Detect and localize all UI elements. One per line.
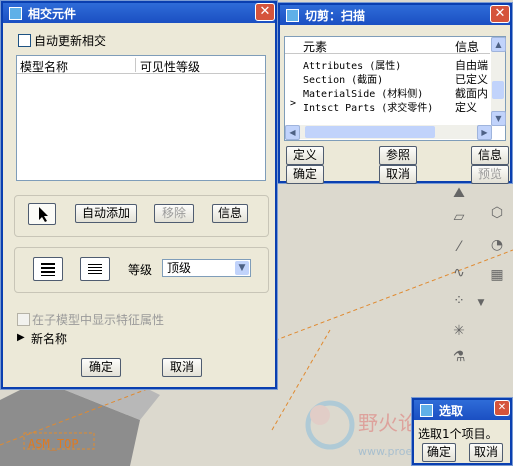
curve-icon[interactable]: ∿ [448,262,470,284]
table-row[interactable]: Attributes (属性) 自由端 [285,56,490,72]
analysis-icon[interactable]: ⚗ [448,346,470,368]
close-button[interactable]: ✕ [255,3,275,21]
axis-line-icon[interactable]: ⁄ [448,236,470,258]
show-features-label: 在子模型中显示特征属性 [32,313,165,327]
app-icon [286,8,299,22]
model-table[interactable]: 模型名称 可见性等级 [16,55,266,181]
table-row[interactable]: Section (截面) 已定义 [285,70,490,86]
cancel-button[interactable]: 取消 [162,358,202,377]
ok-button[interactable]: 确定 [422,443,456,462]
dropdown-icon[interactable]: ▼ [470,292,492,314]
auto-update-checkbox[interactable] [18,34,31,47]
title-bar[interactable]: 相交元件 [3,3,275,23]
chevron-down-icon: ▼ [235,261,249,275]
level-all-button[interactable] [80,257,110,281]
reference-button[interactable]: 参照 [379,146,417,165]
lines-thin-icon [88,264,102,274]
cancel-button[interactable]: 取消 [379,165,417,184]
row-info: 定义 [455,101,477,114]
horizontal-scrollbar[interactable]: ◀ ▶ [285,125,492,140]
select-message: 选取1个项目。 [418,427,498,441]
col-divider [135,58,136,72]
scroll-thumb[interactable] [492,81,504,99]
level-select-value: 顶级 [167,261,192,275]
cursor-arrow-icon [39,207,48,222]
app-icon [420,403,433,417]
scroll-right-icon[interactable]: ▶ [477,125,492,140]
define-button[interactable]: 定义 [286,146,324,165]
app-icon [9,6,22,20]
asm-top-label: ASM_TOP [28,437,79,451]
close-button[interactable]: ✕ [494,400,510,416]
level-top-button[interactable] [33,257,63,281]
show-features-checkbox[interactable] [17,313,30,326]
ok-button[interactable]: 确定 [81,358,121,377]
lines-bold-icon [41,263,55,276]
new-name-label[interactable]: 新名称 [31,330,67,347]
select-dialog: 选取 ✕ 选取1个项目。 确定 取消 [411,397,513,466]
ok-button[interactable]: 确定 [286,165,324,184]
element-table[interactable]: 元素 信息 Attributes (属性) 自由端 Section (截面) 已… [284,36,506,141]
info-button[interactable]: 信息 [212,204,248,223]
coordinate-icon[interactable]: ✳ [448,320,470,342]
scroll-down-icon[interactable]: ▼ [491,111,506,126]
preview-button[interactable]: 预览 [471,165,509,184]
auto-add-button[interactable]: 自动添加 [75,204,137,223]
remove-button[interactable]: 移除 [154,204,194,223]
table-row[interactable]: MaterialSide (材料侧) 截面内 [285,84,490,100]
expand-triangle-icon[interactable]: ▶ [17,332,25,343]
shape-icon[interactable]: ⬡ [486,202,508,224]
datum-sketch-icon[interactable]: ⛰ [448,182,470,204]
scroll-up-icon[interactable]: ▲ [491,37,506,52]
plane-icon[interactable]: ▱ [448,206,470,228]
scroll-thumb-h[interactable] [305,126,435,138]
point-icon[interactable]: ⁘ [448,290,470,312]
right-toolbar: ⛰ ▱ ⁄ ∿ ⁘ ✳ ⚗ ⬡ ◔ ▦ ▼ [444,182,513,392]
dialog-title: 切剪：扫描 [305,8,366,23]
header-divider [285,53,490,54]
close-button[interactable]: ✕ [490,5,510,23]
cancel-button[interactable]: 取消 [469,443,503,462]
title-bar[interactable]: 切剪：扫描 [280,5,510,25]
auto-update-label: 自动更新相交 [34,34,107,48]
row-element: Intsct Parts (求交零件) [303,103,434,114]
dialog-title: 选取 [439,403,464,418]
header-divider [17,73,265,74]
round-icon[interactable]: ◔ [486,234,508,256]
info-button[interactable]: 信息 [471,146,509,165]
level-select[interactable]: 顶级 ▼ [162,259,251,277]
intersect-components-dialog: 相交元件 ✕ 自动更新相交 模型名称 可见性等级 自动添加 移除 信息 等级 顶… [0,0,278,390]
vertical-scrollbar[interactable]: ▲ ▼ [491,37,506,126]
cut-sweep-dialog: 切剪：扫描 ✕ 元素 信息 Attributes (属性) 自由端 Sectio… [277,2,513,184]
grid-icon[interactable]: ▦ [486,264,508,286]
scroll-left-icon[interactable]: ◀ [285,125,300,140]
table-row[interactable]: > Intsct Parts (求交零件) 定义 [285,98,490,114]
dialog-title: 相交元件 [28,6,77,21]
level-label: 等级 [128,263,153,277]
row-expand-icon[interactable]: > [290,98,296,109]
select-arrow-button[interactable] [28,203,56,225]
